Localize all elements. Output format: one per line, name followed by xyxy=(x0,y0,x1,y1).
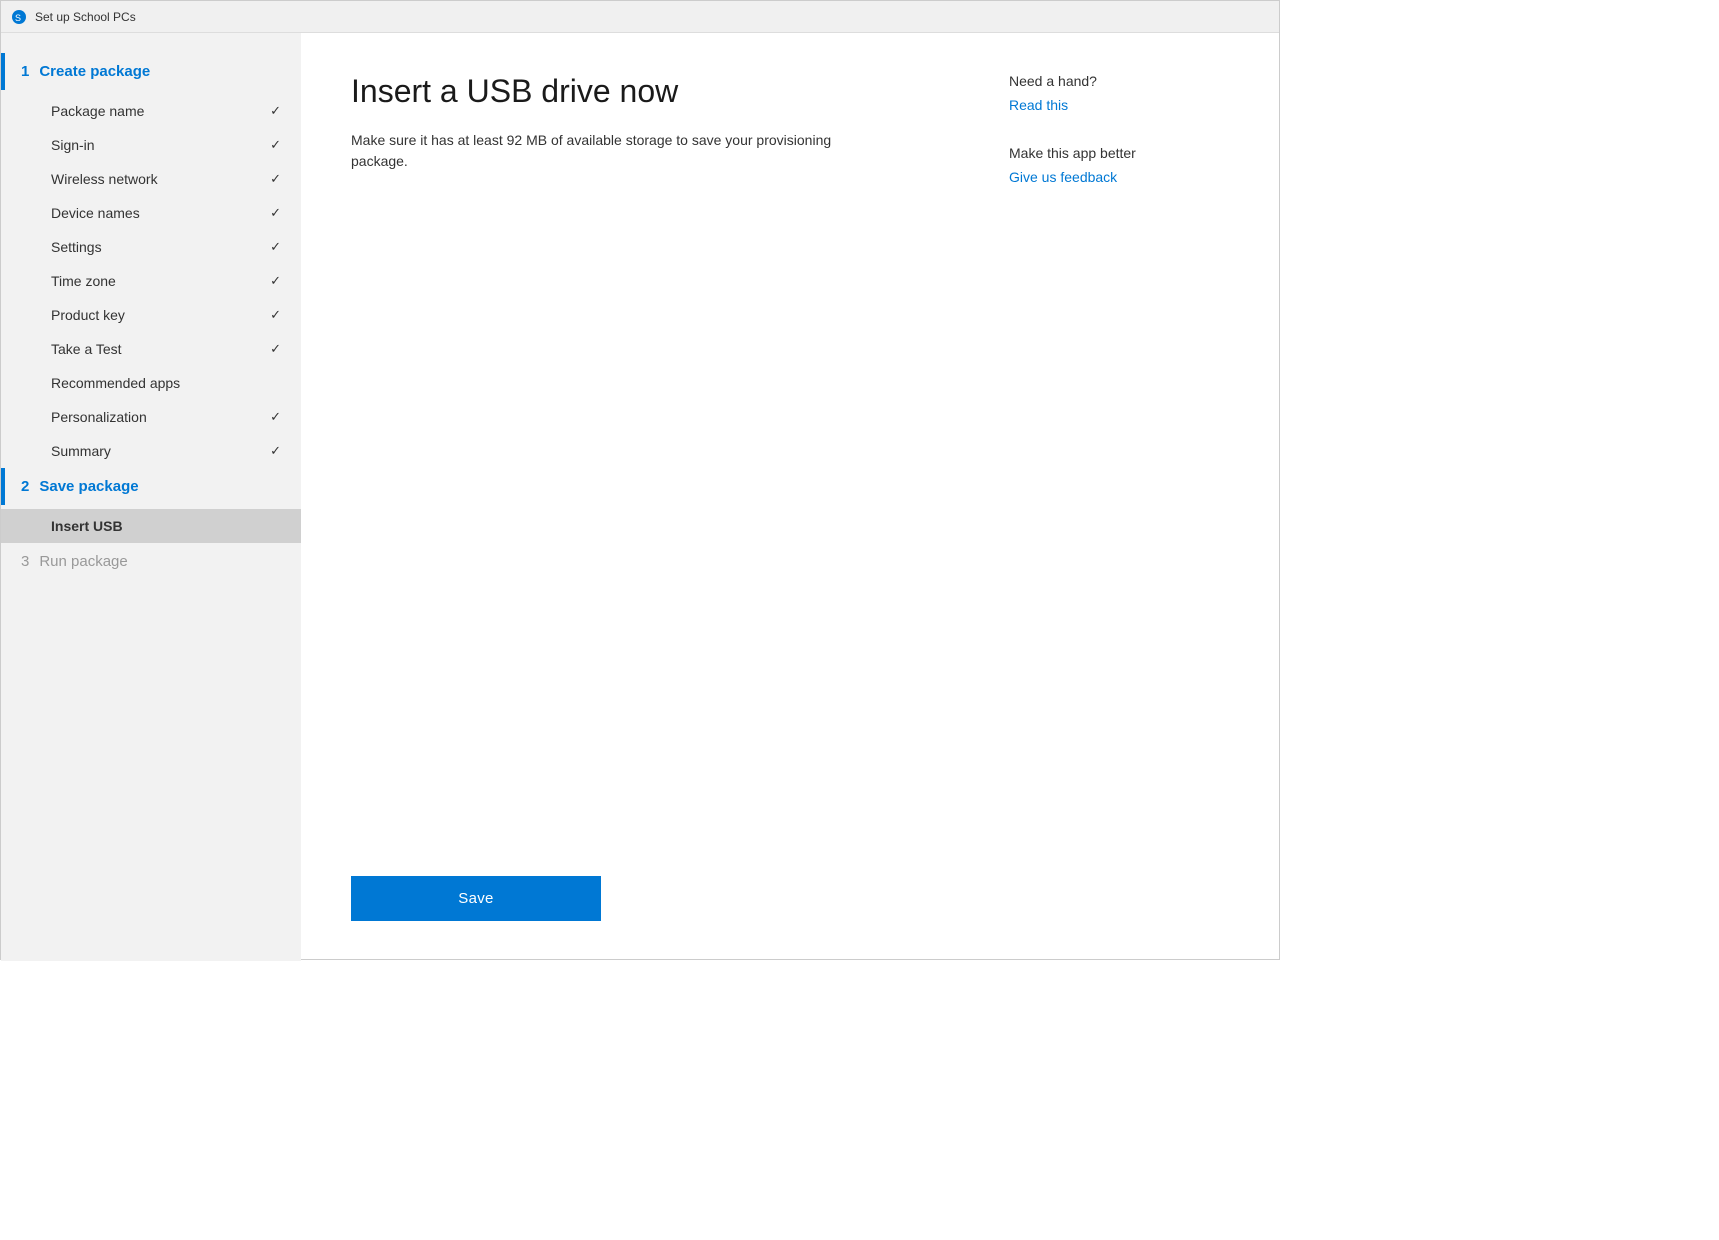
sidebar-item-recommended-apps[interactable]: Recommended apps ✓ xyxy=(1,366,301,400)
sidebar-item-wireless-network[interactable]: Wireless network ✓ xyxy=(1,162,301,196)
step-2-number: 2 xyxy=(21,478,29,495)
sidebar-item-summary-check: ✓ xyxy=(270,443,281,459)
sidebar-item-take-a-test-label: Take a Test xyxy=(51,341,122,357)
sidebar-item-product-key-label: Product key xyxy=(51,307,125,323)
step-1-header[interactable]: 1 Create package xyxy=(1,53,301,90)
step-2-items: Insert USB xyxy=(1,509,301,543)
sidebar-item-take-a-test-check: ✓ xyxy=(270,341,281,357)
step-2-active-bar xyxy=(1,468,5,505)
sidebar-item-settings-label: Settings xyxy=(51,239,102,255)
sidebar-item-device-names[interactable]: Device names ✓ xyxy=(1,196,301,230)
sidebar-item-summary-label: Summary xyxy=(51,443,111,459)
sidebar-item-package-name-check: ✓ xyxy=(270,103,281,119)
help-panel: Need a hand? Read this Make this app bet… xyxy=(1009,73,1229,856)
sidebar-item-sign-in-check: ✓ xyxy=(270,137,281,153)
step-3-section: 3 Run package xyxy=(1,543,301,580)
sidebar-item-wireless-network-label: Wireless network xyxy=(51,171,158,187)
sidebar-item-recommended-apps-label: Recommended apps xyxy=(51,375,180,391)
sidebar-item-product-key[interactable]: Product key ✓ xyxy=(1,298,301,332)
titlebar: S Set up School PCs xyxy=(1,1,1279,33)
app-icon: S xyxy=(11,9,27,25)
content-main: Insert a USB drive now Make sure it has … xyxy=(351,73,1009,856)
sidebar-item-settings-check: ✓ xyxy=(270,239,281,255)
sidebar-item-sign-in[interactable]: Sign-in ✓ xyxy=(1,128,301,162)
step-2-label: Save package xyxy=(39,478,138,495)
sidebar-item-settings[interactable]: Settings ✓ xyxy=(1,230,301,264)
step-2-header[interactable]: 2 Save package xyxy=(1,468,301,505)
step-1-label: Create package xyxy=(39,63,150,80)
sidebar-item-personalization[interactable]: Personalization ✓ xyxy=(1,400,301,434)
sidebar-item-time-zone-check: ✓ xyxy=(270,273,281,289)
step-3-number: 3 xyxy=(21,553,29,570)
page-title: Insert a USB drive now xyxy=(351,73,1009,110)
give-feedback-link[interactable]: Give us feedback xyxy=(1009,169,1117,185)
sidebar-item-personalization-label: Personalization xyxy=(51,409,147,425)
content-footer: Save xyxy=(351,856,1229,921)
feedback-section: Make this app better Give us feedback xyxy=(1009,145,1229,187)
sidebar-item-package-name-label: Package name xyxy=(51,103,144,119)
feedback-heading: Make this app better xyxy=(1009,145,1229,161)
content-area: Insert a USB drive now Make sure it has … xyxy=(301,33,1279,961)
sidebar-item-product-key-check: ✓ xyxy=(270,307,281,323)
step-2-section: 2 Save package xyxy=(1,468,301,505)
sidebar-item-sign-in-label: Sign-in xyxy=(51,137,95,153)
content-top: Insert a USB drive now Make sure it has … xyxy=(351,73,1229,856)
sidebar-item-package-name[interactable]: Package name ✓ xyxy=(1,94,301,128)
main-layout: 1 Create package Package name ✓ Sign-in … xyxy=(1,33,1279,961)
step-3-header: 3 Run package xyxy=(1,543,301,580)
sidebar-item-personalization-check: ✓ xyxy=(270,409,281,425)
sidebar: 1 Create package Package name ✓ Sign-in … xyxy=(1,33,301,961)
window-title: Set up School PCs xyxy=(35,10,136,24)
step-1-section: 1 Create package xyxy=(1,53,301,90)
help-heading: Need a hand? xyxy=(1009,73,1229,89)
sidebar-item-insert-usb[interactable]: Insert USB xyxy=(1,509,301,543)
page-description: Make sure it has at least 92 MB of avail… xyxy=(351,130,871,172)
sidebar-item-summary[interactable]: Summary ✓ xyxy=(1,434,301,468)
help-section: Need a hand? Read this xyxy=(1009,73,1229,115)
step-1-items: Package name ✓ Sign-in ✓ Wireless networ… xyxy=(1,94,301,468)
step-3-label: Run package xyxy=(39,553,127,570)
step-1-number: 1 xyxy=(21,63,29,80)
read-this-link[interactable]: Read this xyxy=(1009,97,1068,113)
sidebar-item-wireless-network-check: ✓ xyxy=(270,171,281,187)
sidebar-item-device-names-check: ✓ xyxy=(270,205,281,221)
sidebar-item-time-zone[interactable]: Time zone ✓ xyxy=(1,264,301,298)
sidebar-item-time-zone-label: Time zone xyxy=(51,273,116,289)
save-button[interactable]: Save xyxy=(351,876,601,921)
sidebar-item-device-names-label: Device names xyxy=(51,205,140,221)
svg-text:S: S xyxy=(15,13,21,23)
sidebar-item-insert-usb-label: Insert USB xyxy=(51,518,123,534)
sidebar-item-take-a-test[interactable]: Take a Test ✓ xyxy=(1,332,301,366)
step-1-active-bar xyxy=(1,53,5,90)
